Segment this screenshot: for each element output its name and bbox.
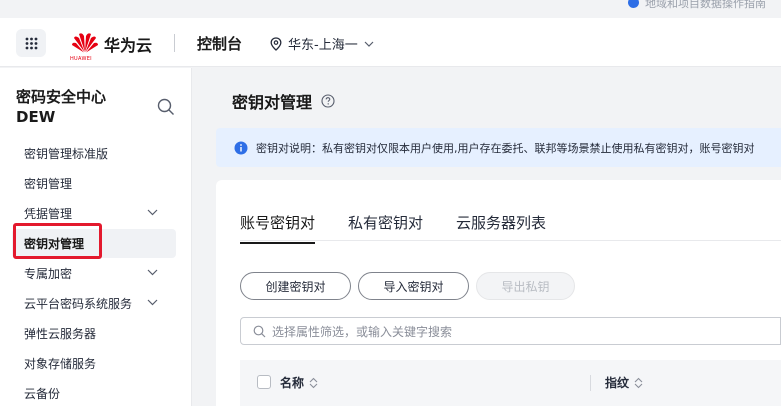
location-pin-icon xyxy=(270,36,282,51)
sidebar-item-label: 密钥管理标准版 xyxy=(24,147,109,161)
sidebar-item-label: 凭据管理 xyxy=(24,207,73,221)
search-input[interactable]: 选择属性筛选，或输入关键字搜索 xyxy=(240,317,781,345)
sidebar-item-cloud-crypto[interactable]: 云平台密码系统服务 xyxy=(12,289,176,318)
tab-divider xyxy=(240,240,781,241)
sidebar-title: 密码安全中心 DEW xyxy=(16,87,106,127)
sidebar-item-label: 密钥管理 xyxy=(24,177,73,191)
brand-name[interactable]: 华为云 xyxy=(104,32,152,56)
sidebar-item-label: 云备份 xyxy=(24,387,61,401)
top-header: HUAWEI 华为云 控制台 华东-上海一 xyxy=(0,18,781,67)
chevron-down-icon xyxy=(147,299,158,306)
top-strip-text[interactable]: 地域和项目数据操作指南 xyxy=(645,0,766,11)
region-selector[interactable]: 华东-上海一 xyxy=(270,34,374,53)
sidebar-title-line1: 密码安全中心 xyxy=(16,88,107,106)
sidebar-item-dedicated-hsm[interactable]: 专属加密 xyxy=(12,259,176,288)
sort-icon xyxy=(309,377,318,388)
sidebar-title-line2: DEW xyxy=(16,108,56,126)
column-fingerprint-label: 指纹 xyxy=(605,376,630,390)
service-list-button[interactable] xyxy=(16,29,46,57)
column-separator xyxy=(590,375,591,391)
tab-account-keypair[interactable]: 账号密钥对 xyxy=(240,212,316,244)
export-private-key-button[interactable]: 导出私钥 xyxy=(476,272,575,300)
column-fingerprint[interactable]: 指纹 xyxy=(605,374,643,391)
sidebar-item-kms-standard[interactable]: 密钥管理标准版 xyxy=(12,139,176,168)
column-name-label: 名称 xyxy=(280,376,305,390)
search-icon[interactable] xyxy=(157,98,175,116)
column-name[interactable]: 名称 xyxy=(280,374,318,391)
sidebar-item-ecs[interactable]: 弹性云服务器 xyxy=(12,319,176,348)
tab-private-keypair[interactable]: 私有密钥对 xyxy=(348,212,423,243)
tab-bar: 账号密钥对 私有密钥对 云服务器列表 xyxy=(240,212,546,244)
header-divider xyxy=(174,34,175,52)
alert-text: 密钥对说明：私有密钥对仅限本用户使用,用户存在委托、联邦等场景禁止使用私有密钥对… xyxy=(256,141,755,155)
sidebar-item-label: 对象存储服务 xyxy=(24,357,97,371)
main-card: 账号密钥对 私有密钥对 云服务器列表 创建密钥对 导入密钥对 导出私钥 选择属性… xyxy=(216,180,781,406)
region-label: 华东-上海一 xyxy=(288,38,358,53)
sort-icon xyxy=(634,377,643,388)
table-header: 名称 指纹 xyxy=(240,360,781,406)
top-strip: 地域和项目数据操作指南 xyxy=(0,0,781,18)
highlight-annotation xyxy=(13,223,102,259)
chevron-down-icon xyxy=(147,209,158,216)
grid-icon xyxy=(25,37,37,49)
page-title-text: 密钥对管理 xyxy=(232,93,313,112)
huawei-logo-icon[interactable] xyxy=(70,28,100,58)
logo-text: HUAWEI xyxy=(70,56,92,62)
sidebar-item-label: 云平台密码系统服务 xyxy=(24,297,133,311)
chevron-down-icon xyxy=(147,269,158,276)
select-all-checkbox[interactable] xyxy=(257,375,271,389)
sidebar-item-kms[interactable]: 密钥管理 xyxy=(12,169,176,198)
info-icon xyxy=(234,141,248,154)
import-keypair-button[interactable]: 导入密钥对 xyxy=(358,272,469,300)
help-icon[interactable] xyxy=(321,94,335,108)
info-alert: 密钥对说明：私有密钥对仅限本用户使用,用户存在委托、联邦等场景禁止使用私有密钥对… xyxy=(216,128,781,167)
search-icon xyxy=(253,325,266,337)
tab-ecs-list[interactable]: 云服务器列表 xyxy=(456,212,546,243)
sidebar-item-obs[interactable]: 对象存储服务 xyxy=(12,349,176,378)
chevron-down-icon xyxy=(364,41,374,47)
sidebar-item-cbr[interactable]: 云备份 xyxy=(12,379,176,406)
sidebar-item-label: 弹性云服务器 xyxy=(24,327,97,341)
page-title: 密钥对管理 xyxy=(232,89,335,113)
info-icon xyxy=(628,0,639,8)
search-placeholder: 选择属性筛选，或输入关键字搜索 xyxy=(272,324,453,339)
create-keypair-button[interactable]: 创建密钥对 xyxy=(240,272,351,300)
sidebar-item-label: 专属加密 xyxy=(24,267,73,281)
console-link[interactable]: 控制台 xyxy=(197,33,242,54)
